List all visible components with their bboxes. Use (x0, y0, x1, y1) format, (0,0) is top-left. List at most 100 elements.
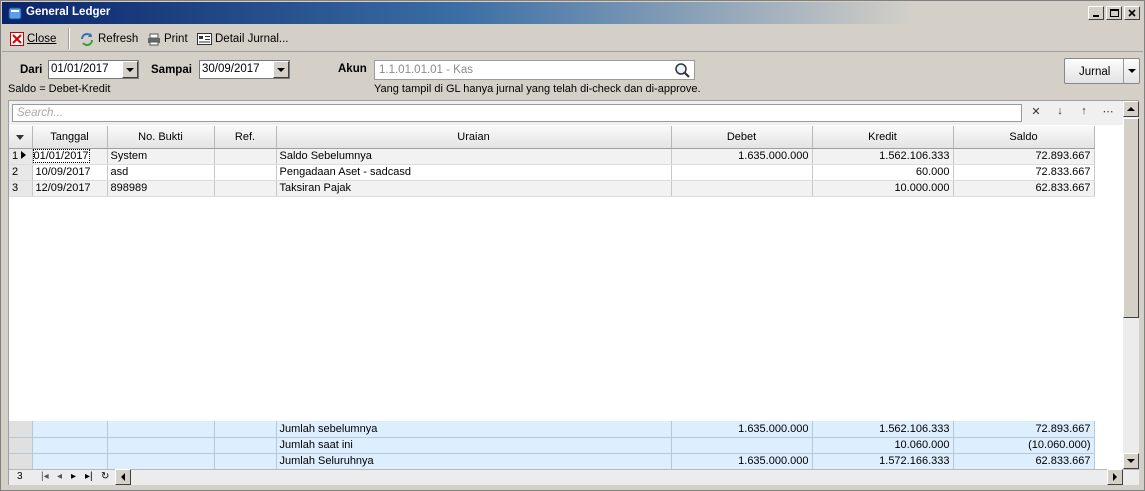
row-indicator[interactable]: 2 (9, 164, 33, 181)
general-ledger-window: General Ledger Close Refresh Print Detai… (0, 0, 1145, 491)
scroll-down-icon[interactable] (1123, 453, 1139, 469)
ledger-table: Tanggal No. Bukti Ref. Uraian Debet Kred… (9, 126, 1095, 197)
cell-saldo[interactable]: 72.893.667 (953, 148, 1095, 165)
column-chooser[interactable] (9, 126, 33, 149)
scroll-thumb[interactable] (1123, 118, 1139, 318)
column-header-uraian[interactable]: Uraian (276, 126, 672, 149)
column-header-debet[interactable]: Debet (671, 126, 813, 149)
cell-tanggal[interactable]: 01/01/2017 (32, 148, 108, 165)
column-header-no-bukti[interactable]: No. Bukti (107, 126, 215, 149)
summary-saldo: 62.833.667 (953, 453, 1095, 470)
dari-value: 01/01/2017 (51, 63, 109, 75)
column-header-kredit[interactable]: Kredit (812, 126, 954, 149)
last-record-icon[interactable]: ▸| (85, 471, 93, 482)
cell-kredit[interactable]: 60.000 (812, 164, 954, 181)
cell-ref[interactable] (214, 148, 277, 165)
summary-row: Jumlah saat ini 10.060.000 (10.060.000) (9, 437, 1095, 454)
search-input[interactable]: Search... (12, 104, 1022, 122)
print-button[interactable]: Print (147, 31, 188, 47)
empty-cell (107, 421, 215, 438)
summary-label: Jumlah saat ini (276, 437, 672, 454)
cell-tanggal[interactable]: 12/09/2017 (32, 180, 108, 197)
empty-cell (107, 437, 215, 454)
summary-kredit: 1.572.166.333 (812, 453, 954, 470)
row-indicator[interactable]: 3 (9, 180, 33, 197)
cell-debet[interactable]: 1.635.000.000 (671, 148, 813, 165)
grid-search-bar: Search... ✕ ↓ ↑ ⋯ (9, 101, 1123, 125)
cell-tanggal[interactable]: 10/09/2017 (32, 164, 108, 181)
empty-cell (214, 437, 277, 454)
more-options-icon[interactable]: ⋯ (1099, 105, 1117, 121)
cell-debet[interactable] (671, 180, 813, 197)
printer-icon (148, 33, 160, 45)
toolbar-separator (68, 28, 70, 49)
cell-bukti[interactable]: 898989 (107, 180, 215, 197)
sampai-date-picker[interactable]: 30/09/2017 (199, 60, 290, 79)
akun-lookup-field[interactable]: 1.1.01.01.01 - Kas (374, 60, 695, 80)
dari-date-picker[interactable]: 01/01/2017 (48, 60, 139, 79)
previous-record-icon[interactable]: ◂ (57, 471, 62, 482)
scroll-left-icon[interactable] (115, 469, 131, 485)
record-navigator: 3 |◂ ◂ ▸ ▸| ↻ (9, 469, 1139, 485)
cell-ref[interactable] (214, 180, 277, 197)
chevron-down-icon[interactable] (1123, 59, 1139, 83)
summary-kredit: 10.060.000 (812, 437, 954, 454)
search-icon[interactable] (674, 62, 692, 78)
header-row: Tanggal No. Bukti Ref. Uraian Debet Kred… (9, 126, 1095, 149)
refresh-button[interactable]: Refresh (79, 31, 138, 47)
summary-kredit: 1.562.106.333 (812, 421, 954, 438)
scroll-up-icon[interactable] (1123, 101, 1139, 117)
print-label: Print (164, 33, 188, 45)
refresh-grid-icon[interactable]: ↻ (101, 471, 109, 482)
close-label: Close (27, 33, 57, 45)
next-record-icon[interactable]: ▸ (71, 471, 76, 482)
table-row[interactable]: 3 12/09/2017 898989 Taksiran Pajak 10.00… (9, 180, 1095, 197)
ledger-grid: Search... ✕ ↓ ↑ ⋯ Tanggal No. Bukti Ref.… (8, 100, 1139, 485)
cell-bukti[interactable]: System (107, 148, 215, 165)
column-header-tanggal[interactable]: Tanggal (32, 126, 108, 149)
column-header-saldo[interactable]: Saldo (953, 126, 1095, 149)
cell-uraian[interactable]: Taksiran Pajak (276, 180, 672, 197)
first-record-icon[interactable]: |◂ (41, 471, 49, 482)
jurnal-dropdown-button[interactable]: Jurnal (1064, 58, 1140, 84)
vertical-scrollbar[interactable] (1123, 101, 1139, 469)
close-window-button[interactable] (1124, 6, 1140, 20)
refresh-label: Refresh (98, 33, 139, 45)
cell-uraian[interactable]: Saldo Sebelumnya (276, 148, 672, 165)
chevron-down-icon[interactable] (273, 61, 289, 78)
cell-ref[interactable] (214, 164, 277, 181)
cell-bukti[interactable]: asd (107, 164, 215, 181)
akun-label: Akun (338, 63, 367, 75)
akun-value: 1.1.01.01.01 - Kas (379, 64, 473, 76)
refresh-icon (81, 33, 93, 46)
record-count: 3 (17, 471, 23, 482)
find-previous-icon[interactable]: ↑ (1075, 105, 1093, 121)
find-next-icon[interactable]: ↓ (1051, 105, 1069, 121)
chevron-down-icon[interactable] (122, 61, 138, 78)
row-indicator (9, 421, 33, 438)
cell-saldo[interactable]: 72.833.667 (953, 164, 1095, 181)
cell-saldo[interactable]: 62.833.667 (953, 180, 1095, 197)
row-indicator (9, 437, 33, 454)
cell-kredit[interactable]: 10.000.000 (812, 180, 954, 197)
column-header-ref[interactable]: Ref. (214, 126, 277, 149)
summary-label: Jumlah sebelumnya (276, 421, 672, 438)
table-row[interactable]: 1 01/01/2017 System Saldo Sebelumnya 1.6… (9, 148, 1095, 165)
clear-search-icon[interactable]: ✕ (1027, 105, 1045, 121)
summary-saldo: (10.060.000) (953, 437, 1095, 454)
app-icon (8, 7, 22, 20)
close-button[interactable]: Close (10, 31, 56, 47)
close-icon (10, 32, 24, 46)
cell-debet[interactable] (671, 164, 813, 181)
maximize-button[interactable] (1106, 6, 1122, 20)
scroll-right-icon[interactable] (1107, 469, 1123, 485)
minimize-button[interactable] (1088, 6, 1104, 20)
table-row[interactable]: 2 10/09/2017 asd Pengadaan Aset - sadcas… (9, 164, 1095, 181)
detail-jurnal-button[interactable]: Detail Jurnal... (197, 31, 289, 47)
sampai-value: 30/09/2017 (202, 63, 260, 75)
saldo-note: Saldo = Debet-Kredit (8, 83, 111, 95)
row-indicator[interactable]: 1 (9, 148, 33, 165)
cell-kredit[interactable]: 1.562.106.333 (812, 148, 954, 165)
summary-row: Jumlah Seluruhnya 1.635.000.000 1.572.16… (9, 453, 1095, 470)
cell-uraian[interactable]: Pengadaan Aset - sadcasd (276, 164, 672, 181)
